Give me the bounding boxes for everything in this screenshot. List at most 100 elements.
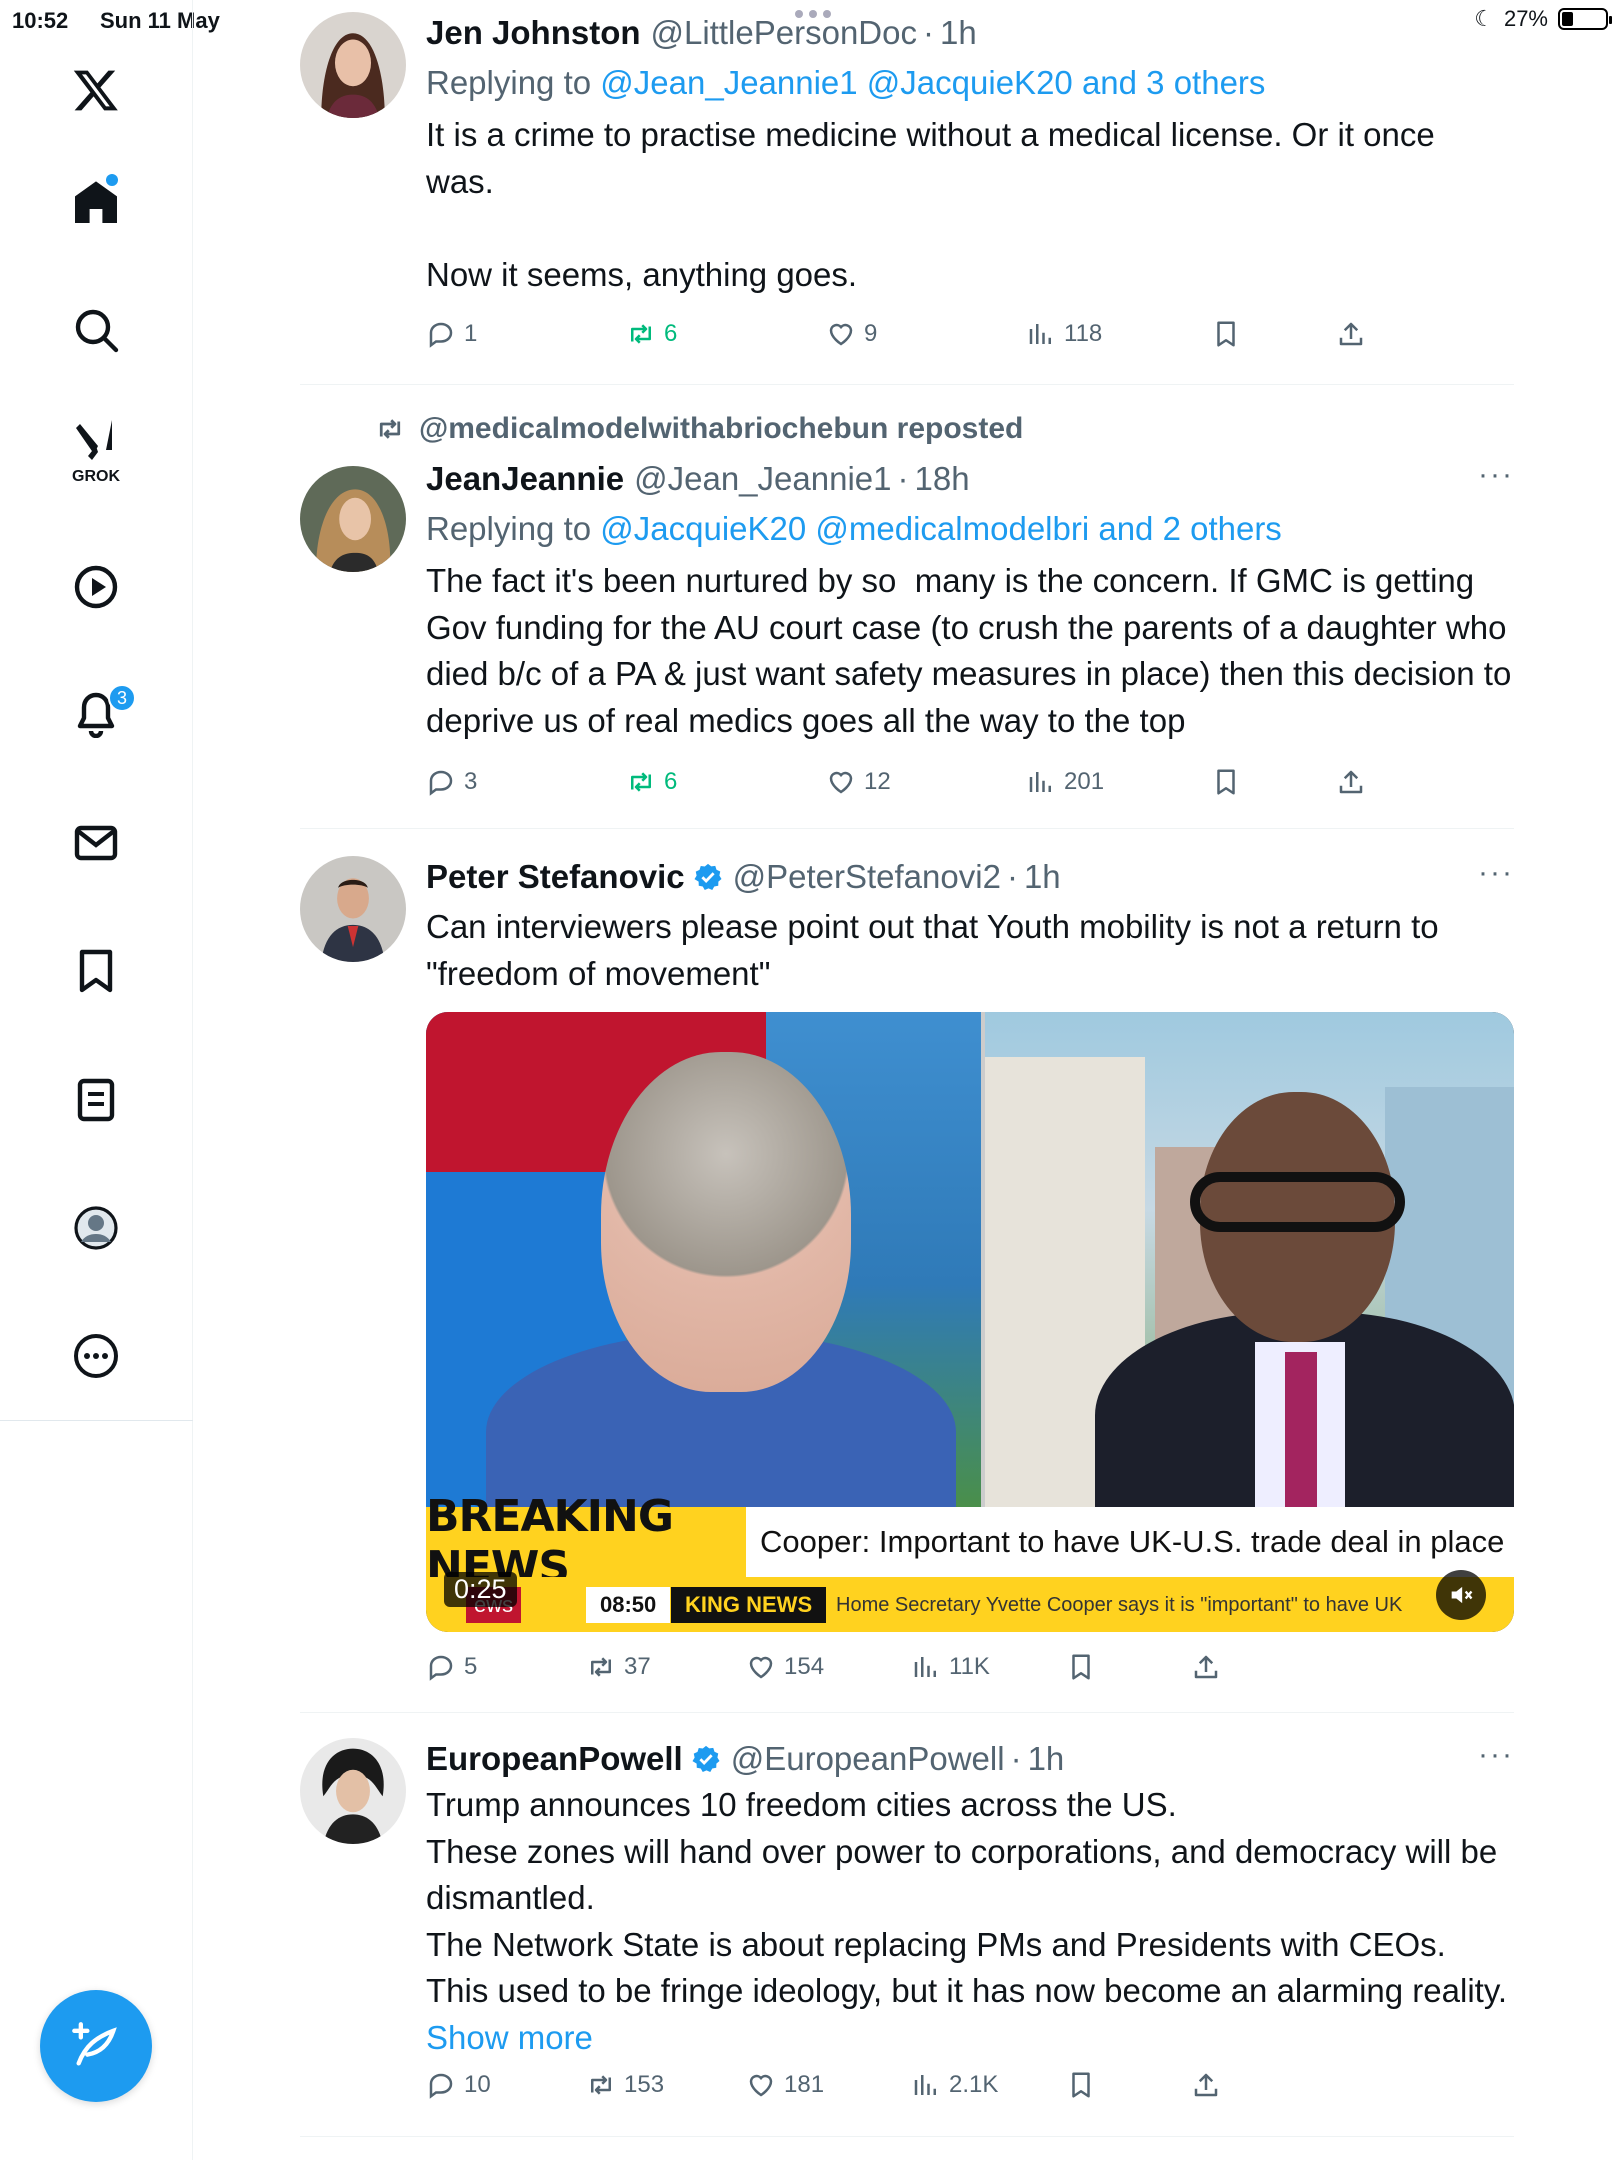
tweet-text: Trump announces 10 freedom cities across… — [426, 1782, 1514, 2061]
reply-mentions[interactable]: @Jean_Jeannie1 @JacquieK20 and 3 others — [600, 64, 1265, 101]
share-button[interactable] — [1336, 319, 1366, 349]
bookmark-button[interactable] — [1211, 319, 1241, 349]
handle[interactable]: @PeterStefanovi2 — [733, 856, 1001, 898]
video-duration: 0:25 — [444, 1572, 517, 1607]
reply-count: 10 — [464, 2071, 491, 2098]
like-button[interactable]: 154 — [746, 1652, 824, 1682]
like-count: 154 — [784, 1653, 825, 1680]
avatar[interactable] — [300, 1738, 406, 1844]
reply-prefix: Replying to — [426, 510, 592, 547]
reply-count: 1 — [464, 320, 478, 347]
like-button[interactable]: 12 — [826, 767, 891, 797]
reply-count: 5 — [464, 1653, 478, 1680]
bell-icon[interactable]: 3 — [56, 674, 136, 754]
avatar[interactable] — [300, 12, 406, 118]
tweet-actions: 1 6 9 118 — [426, 319, 1426, 359]
bookmark-button[interactable] — [1066, 2070, 1096, 2100]
heart-icon — [829, 323, 853, 346]
video-icon[interactable] — [56, 547, 136, 627]
breaking-news-bar: BREAKING NEWS Cooper: Important to have … — [426, 1491, 1514, 1593]
video-right-pane — [985, 1012, 1514, 1542]
view-count: 201 — [1064, 768, 1105, 795]
compose-button[interactable] — [40, 1990, 152, 2102]
views-icon — [914, 1657, 936, 1677]
separator-dot: · — [897, 460, 909, 497]
compose-icon — [72, 2022, 117, 2066]
reply-button[interactable]: 3 — [426, 767, 477, 797]
heart-icon — [829, 771, 853, 794]
handle[interactable]: @LittlePersonDoc — [651, 12, 917, 54]
more-icon[interactable] — [56, 1316, 136, 1396]
repost-icon — [379, 419, 401, 439]
share-button[interactable] — [1191, 1652, 1221, 1682]
mail-icon[interactable] — [56, 803, 136, 883]
like-button[interactable]: 181 — [746, 2070, 824, 2100]
repost-button[interactable]: 6 — [626, 767, 677, 797]
x-logo-icon[interactable] — [56, 50, 136, 130]
like-button[interactable]: 9 — [826, 319, 877, 349]
repost-icon — [631, 324, 651, 344]
reply-button[interactable]: 10 — [426, 2070, 491, 2100]
search-icon[interactable] — [56, 290, 136, 370]
reply-count: 3 — [464, 768, 478, 795]
reply-icon — [429, 770, 453, 796]
grok-icon[interactable]: GROK — [56, 410, 136, 490]
share-button[interactable] — [1336, 767, 1366, 797]
display-name[interactable]: Jen Johnston — [426, 12, 641, 54]
tweet-divider — [300, 384, 1514, 385]
more-options-icon[interactable]: ··· — [1478, 856, 1514, 890]
timestamp[interactable]: 18h — [915, 458, 970, 500]
bookmark-icon[interactable] — [56, 931, 136, 1011]
news-ticker: ews 08:50 KING NEWS Home Secretary Yvett… — [426, 1577, 1514, 1632]
avatar[interactable] — [300, 856, 406, 962]
views-icon — [1029, 772, 1051, 792]
like-count: 12 — [864, 768, 891, 795]
timestamp[interactable]: 1h — [1024, 856, 1061, 898]
avatar[interactable] — [300, 466, 406, 572]
repost-button[interactable]: 37 — [586, 1652, 651, 1682]
list-icon[interactable] — [56, 1060, 136, 1140]
repost-button[interactable]: 153 — [586, 2070, 664, 2100]
timestamp[interactable]: 1h — [940, 12, 977, 54]
display-name[interactable]: JeanJeannie — [426, 458, 624, 500]
verified-badge-icon — [694, 863, 722, 890]
muted-speaker-icon — [1451, 1586, 1473, 1604]
bookmark-button[interactable] — [1211, 767, 1241, 797]
share-icon — [1339, 322, 1363, 346]
tweet-text-body: Trump announces 10 freedom cities across… — [426, 1786, 1508, 2009]
heart-icon — [749, 2074, 773, 2097]
grok-label: GROK — [72, 468, 120, 485]
reply-button[interactable]: 5 — [426, 1652, 477, 1682]
display-name[interactable]: EuropeanPowell — [426, 1738, 683, 1780]
views-button[interactable]: 11K — [911, 1652, 990, 1682]
views-button[interactable]: 2.1K — [911, 2070, 998, 2100]
broadcast-clock: 08:50 — [586, 1587, 671, 1623]
handle[interactable]: @EuropeanPowell — [731, 1738, 1005, 1780]
timestamp[interactable]: 1h — [1028, 1738, 1065, 1780]
share-button[interactable] — [1191, 2070, 1221, 2100]
repost-icon — [591, 1657, 611, 1677]
repost-count: 37 — [624, 1653, 651, 1680]
repost-context[interactable]: @medicalmodelwithabriochebun reposted — [375, 412, 1023, 446]
show-more-link[interactable]: Show more — [426, 2019, 593, 2056]
views-button[interactable]: 201 — [1026, 767, 1104, 797]
home-icon[interactable] — [56, 162, 136, 242]
profile-icon[interactable] — [56, 1188, 136, 1268]
video-player[interactable]: BREAKING NEWS Cooper: Important to have … — [426, 1012, 1514, 1632]
heart-icon — [749, 1656, 773, 1679]
reply-mentions[interactable]: @JacquieK20 @medicalmodelbri and 2 other… — [600, 510, 1282, 547]
bookmark-button[interactable] — [1066, 1652, 1096, 1682]
more-options-icon[interactable]: ··· — [1478, 1738, 1514, 1772]
tweet-divider — [300, 828, 1514, 829]
repost-button[interactable]: 6 — [626, 319, 677, 349]
reply-button[interactable]: 1 — [426, 319, 477, 349]
tweet-header: Peter Stefanovic @PeterStefanovi2 · 1h — [426, 856, 1514, 898]
breaking-news-headline: Cooper: Important to have UK-U.S. trade … — [760, 1524, 1505, 1559]
tweet-text: It is a crime to practise medicine witho… — [426, 116, 1435, 293]
mute-button[interactable] — [1436, 1570, 1486, 1620]
handle[interactable]: @Jean_Jeannie1 — [634, 458, 891, 500]
display-name[interactable]: Peter Stefanovic — [426, 856, 685, 898]
more-options-icon[interactable]: ··· — [1478, 458, 1514, 492]
view-count: 2.1K — [949, 2071, 999, 2098]
views-button[interactable]: 118 — [1026, 319, 1102, 349]
